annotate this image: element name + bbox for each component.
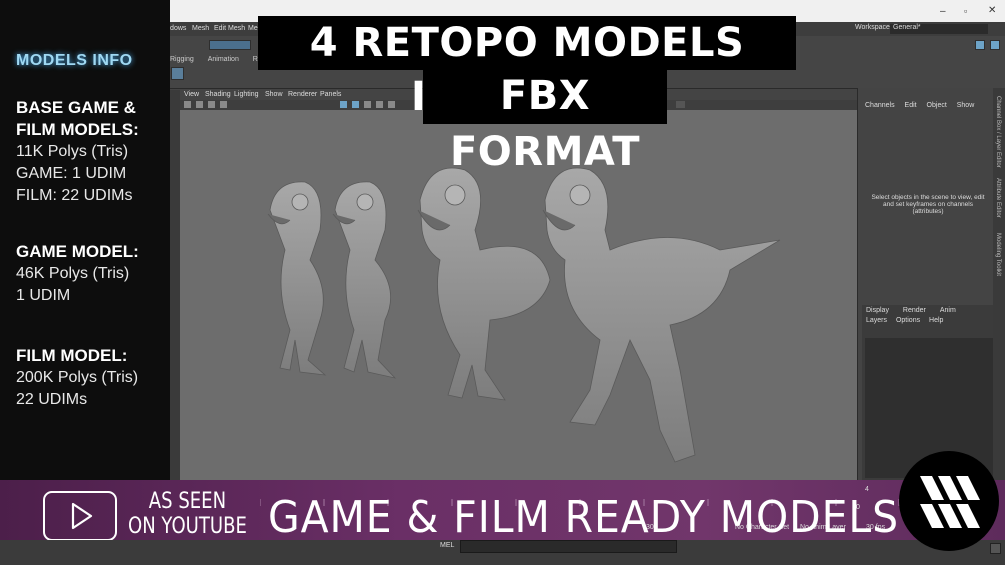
layer-editor-tabs: Display Render Anim (866, 307, 956, 314)
creature-model-2 (332, 181, 397, 379)
layer-menu-help[interactable]: Help (929, 317, 943, 324)
as-seen-on-youtube: AS SEEN ON YOUTUBE (128, 489, 247, 539)
panel-icon[interactable] (990, 40, 1000, 50)
menu-mesh[interactable]: Mesh (192, 25, 209, 32)
channel-menu-channels[interactable]: Channels (865, 102, 895, 109)
base-models-heading-line2: FILM MODELS: (16, 120, 139, 139)
base-models-film-udim: FILM: 22 UDIMs (16, 187, 133, 204)
brand-logo (899, 451, 999, 551)
models-info-title: MODELS INFO (16, 52, 133, 69)
creature-model-1 (267, 181, 327, 376)
grid-icon[interactable] (208, 101, 215, 108)
mel-command-input[interactable] (460, 540, 677, 553)
camera-icon[interactable] (196, 101, 203, 108)
mel-label: MEL (440, 542, 455, 549)
panel-icon[interactable] (975, 40, 985, 50)
game-model-udim: 1 UDIM (16, 287, 71, 304)
lighting-icon[interactable] (376, 101, 383, 108)
base-models-heading-line1: BASE GAME & (16, 98, 136, 117)
left-toolbox (170, 90, 180, 482)
viewport-menu-lighting[interactable]: Lighting (234, 91, 259, 98)
viewport-menu-shading[interactable]: Shading (205, 91, 231, 98)
creature-model-4 (542, 167, 781, 463)
format-banner: FBX FORMAT (423, 68, 667, 175)
side-tab-modeling-toolkit[interactable]: Modeling Toolkit (995, 233, 1001, 276)
channel-box-menu: Channels Edit Object Show (865, 102, 974, 109)
base-models-polys: 11K Polys (Tris) (16, 143, 129, 160)
viewport-menu-view[interactable]: View (184, 91, 199, 98)
game-model-polys: 46K Polys (Tris) (16, 265, 130, 282)
channel-box-hint: Select objects in the scene to view, edi… (871, 194, 985, 215)
layer-editor-menu: Layers Options Help (866, 317, 943, 324)
layer-tab-display[interactable]: Display (866, 307, 889, 314)
shelf-tab-animation[interactable]: Animation (208, 56, 239, 63)
as-seen-line1: AS SEEN (148, 489, 227, 514)
viewport-menu-panels[interactable]: Panels (320, 91, 341, 98)
creature-models (267, 167, 781, 463)
viewport-menu-renderer[interactable]: Renderer (288, 91, 317, 98)
play-icon (71, 502, 93, 530)
promo-tagline: GAME & FILM READY MODELS (268, 492, 900, 543)
side-tab-strip: Channel Box / Layer Editor Attribute Edi… (993, 88, 1005, 482)
selection-mode-icons[interactable] (209, 40, 251, 50)
layer-tab-render[interactable]: Render (903, 307, 926, 314)
youtube-play-button (43, 491, 117, 541)
lighting-icon[interactable] (388, 101, 395, 108)
channel-menu-show[interactable]: Show (957, 102, 975, 109)
film-model-udim: 22 UDIMs (16, 391, 88, 408)
window-restore-icon[interactable]: ▫ (964, 6, 967, 16)
creature-model-3 (417, 167, 551, 401)
layer-menu-options[interactable]: Options (896, 317, 920, 324)
window-minimize-icon[interactable]: – (940, 6, 946, 17)
shelf-tool-icon[interactable] (171, 67, 184, 80)
shelf-tab-rigging[interactable]: Rigging (170, 56, 194, 63)
window-close-icon[interactable]: ✕ (988, 5, 996, 16)
shelf-tabs: Rigging Animation Re (170, 56, 262, 63)
base-models-game-udim: GAME: 1 UDIM (16, 165, 127, 182)
side-tab-attribute-editor[interactable]: Attribute Editor (995, 178, 1001, 218)
lighting-icon[interactable] (364, 101, 371, 108)
gamma-dropdown[interactable] (676, 101, 685, 108)
camera-icon[interactable] (184, 101, 191, 108)
channel-menu-edit[interactable]: Edit (905, 102, 917, 109)
viewport-menu-show[interactable]: Show (265, 91, 283, 98)
channel-menu-object[interactable]: Object (927, 102, 947, 109)
grid-icon[interactable] (220, 101, 227, 108)
film-model-polys: 200K Polys (Tris) (16, 369, 139, 386)
workspace-value: General* (893, 24, 921, 31)
menu-mesh-tools[interactable]: Me (248, 25, 258, 32)
headline-banner: 4 RETOPO MODELS INCLUDED (258, 16, 796, 120)
game-model-heading: GAME MODEL: (16, 242, 139, 261)
shading-icon[interactable] (340, 101, 347, 108)
shading-icon[interactable] (352, 101, 359, 108)
film-model-heading: FILM MODEL: (16, 346, 128, 365)
workspace-select[interactable]: General* (890, 24, 988, 34)
layer-tab-anim[interactable]: Anim (940, 307, 956, 314)
workspace-label: Workspace: (855, 24, 892, 31)
layer-menu-layers[interactable]: Layers (866, 317, 887, 324)
side-tab-channel-box[interactable]: Channel Box / Layer Editor (995, 96, 1001, 168)
as-seen-line2: ON YOUTUBE (128, 514, 247, 539)
menu-edit-mesh[interactable]: Edit Mesh (214, 25, 245, 32)
